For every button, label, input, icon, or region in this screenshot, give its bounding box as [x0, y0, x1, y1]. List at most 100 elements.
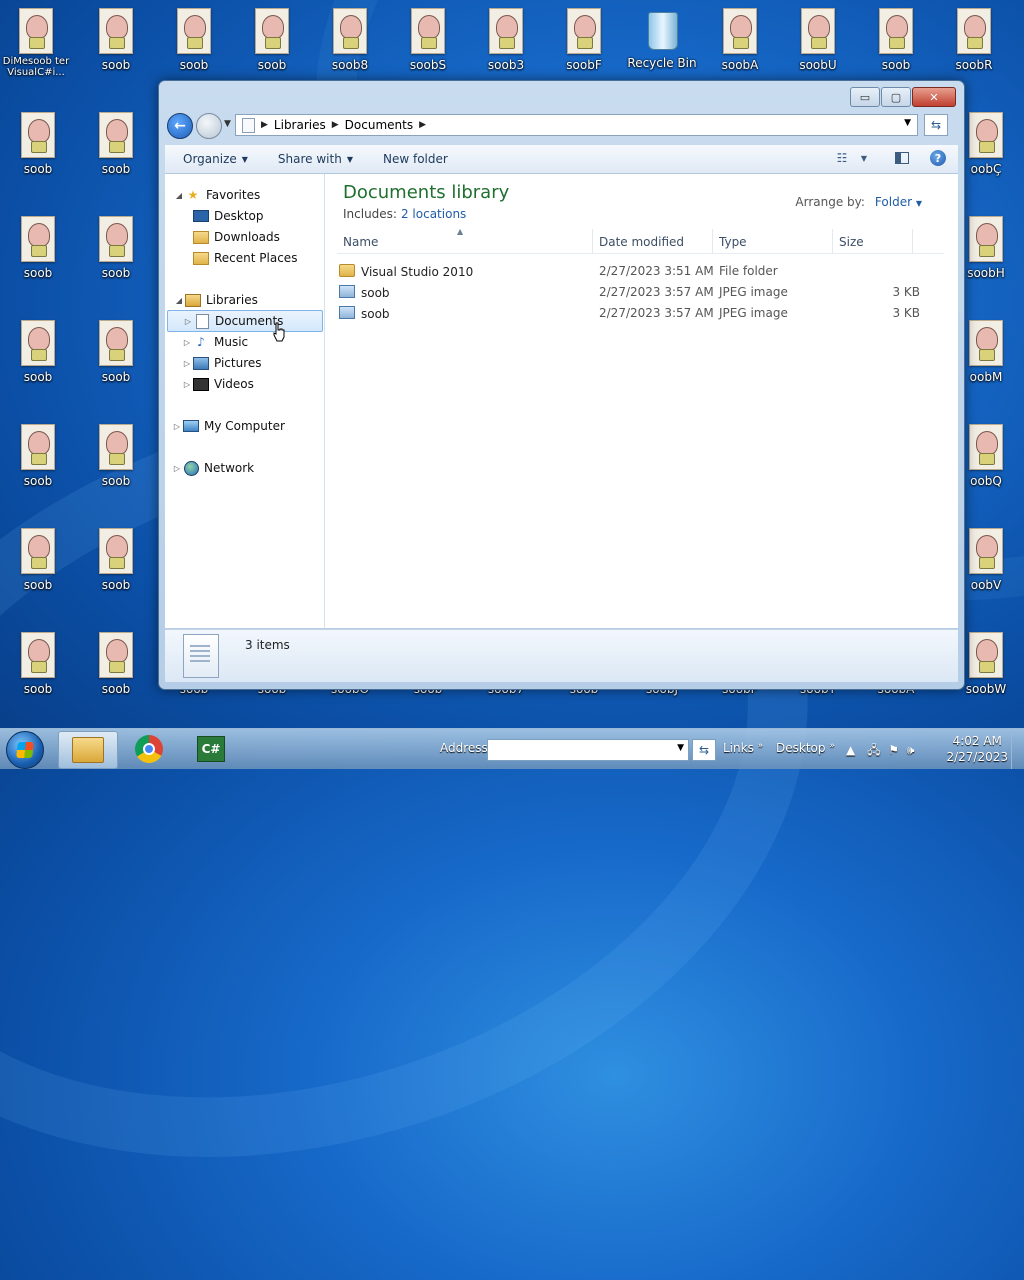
back-button[interactable]: ←	[167, 113, 193, 139]
desktop-icon[interactable]: soob	[2, 210, 74, 290]
recent-pages-dropdown[interactable]: ▼	[224, 119, 231, 129]
nav-recent-places[interactable]: Recent Places	[193, 248, 297, 268]
collapsed-arrow-icon[interactable]: ▷	[171, 464, 183, 473]
address-bar[interactable]: ▶ Libraries ▶ Documents ▶ ▼	[235, 114, 918, 136]
image-file-icon	[177, 8, 211, 54]
recycle-bin-icon[interactable]: Recycle Bin	[626, 2, 698, 82]
desktop-icon[interactable]: soob	[80, 210, 152, 290]
desktop-icon[interactable]: soob	[80, 314, 152, 394]
desktop-icon[interactable]: soob	[80, 418, 152, 498]
links-toolbar[interactable]: Links »	[723, 741, 763, 755]
taskbar-go-button[interactable]: ⇆	[692, 739, 716, 761]
view-options-dropdown[interactable]: ▼	[854, 149, 874, 167]
breadcrumb-separator-icon[interactable]: ▶	[332, 120, 339, 130]
arrange-by: Arrange by: Folder ▼	[795, 195, 922, 209]
desktop-icon[interactable]: soob	[2, 314, 74, 394]
image-file-icon	[957, 8, 991, 54]
arrange-by-dropdown[interactable]: Folder ▼	[875, 195, 922, 209]
desktop-icon[interactable]: soob	[80, 626, 152, 706]
desktop-icon[interactable]: soobS	[392, 2, 464, 82]
column-divider[interactable]	[592, 229, 593, 253]
address-dropdown-icon[interactable]: ▼	[904, 118, 911, 128]
collapsed-arrow-icon[interactable]: ▷	[181, 359, 193, 368]
new-folder-button[interactable]: New folder	[383, 152, 448, 166]
change-view-button[interactable]: ☷	[832, 149, 852, 167]
desktop-toolbar[interactable]: Desktop »	[776, 741, 835, 755]
breadcrumb-separator-icon[interactable]: ▶	[261, 120, 268, 130]
nav-desktop[interactable]: Desktop	[193, 206, 264, 226]
desktop-icon[interactable]: soob3	[470, 2, 542, 82]
details-pane: 3 items	[165, 629, 958, 682]
system-clock[interactable]: 4:02 AM 2/27/2023	[946, 733, 1008, 765]
chevron-down-icon[interactable]: ▼	[677, 743, 684, 753]
share-with-menu[interactable]: Share with ▼	[278, 152, 353, 166]
column-divider[interactable]	[912, 229, 913, 253]
breadcrumb-libraries[interactable]: Libraries	[274, 118, 326, 132]
desktop-icon[interactable]: soob	[2, 106, 74, 186]
chrome-icon	[135, 735, 163, 763]
help-button[interactable]: ?	[928, 149, 948, 167]
column-divider[interactable]	[832, 229, 833, 253]
column-header-date[interactable]: Date modified	[599, 235, 684, 249]
desktop-icon[interactable]: soob	[236, 2, 308, 82]
nav-favorites[interactable]: ◢ ★ Favorites	[173, 185, 260, 205]
item-count: 3 items	[245, 638, 290, 652]
nav-music[interactable]: ▷ ♪ Music	[181, 332, 248, 352]
nav-network[interactable]: ▷ Network	[171, 458, 254, 478]
desktop-icon[interactable]: DiMesoob ter VisualC#i...	[0, 2, 72, 82]
file-row[interactable]: soob 2/27/2023 3:57 AM JPEG image 3 KB	[337, 282, 944, 302]
show-hidden-icons-icon[interactable]: ▲	[846, 743, 855, 757]
volume-icon[interactable]: 🕪	[907, 743, 915, 757]
desktop-icon[interactable]: soob	[2, 522, 74, 602]
file-row[interactable]: Visual Studio 2010 2/27/2023 3:51 AM Fil…	[337, 261, 944, 281]
desktop-icon[interactable]: soobA	[704, 2, 776, 82]
desktop-icon[interactable]: soob	[2, 418, 74, 498]
desktop-icon[interactable]: soob	[860, 2, 932, 82]
organize-menu[interactable]: Organize ▼	[183, 152, 248, 166]
nav-pictures[interactable]: ▷ Pictures	[181, 353, 262, 373]
nav-my-computer[interactable]: ▷ My Computer	[171, 416, 285, 436]
desktop-icon[interactable]: soobU	[782, 2, 854, 82]
desktop-icon[interactable]: soob	[80, 522, 152, 602]
nav-documents[interactable]: ▷ Documents	[167, 310, 323, 332]
breadcrumb-separator-icon[interactable]: ▶	[419, 120, 426, 130]
column-header-size[interactable]: Size	[839, 235, 864, 249]
nav-downloads[interactable]: Downloads	[193, 227, 280, 247]
preview-pane-button[interactable]	[892, 149, 912, 167]
nav-libraries[interactable]: ◢ Libraries	[173, 290, 258, 310]
expanded-arrow-icon[interactable]: ◢	[173, 191, 185, 200]
start-button[interactable]	[6, 731, 44, 769]
taskbar-visual-csharp-button[interactable]: C#	[182, 731, 240, 767]
desktop-icon[interactable]: soob8	[314, 2, 386, 82]
locations-link[interactable]: 2 locations	[401, 207, 466, 221]
action-center-flag-icon[interactable]: ⚑	[888, 743, 899, 757]
desktop-icon[interactable]: soob	[80, 2, 152, 82]
file-row[interactable]: soob 2/27/2023 3:57 AM JPEG image 3 KB	[337, 303, 944, 323]
close-button[interactable]: ✕	[912, 87, 956, 107]
collapsed-arrow-icon[interactable]: ▷	[182, 317, 194, 326]
show-desktop-button[interactable]	[1011, 729, 1024, 769]
minimize-button[interactable]: ▭	[850, 87, 880, 107]
desktop-icon[interactable]: soobF	[548, 2, 620, 82]
column-divider[interactable]	[712, 229, 713, 253]
taskbar-address-input[interactable]: ▼	[487, 739, 689, 761]
collapsed-arrow-icon[interactable]: ▷	[181, 338, 193, 347]
taskbar-explorer-button[interactable]	[58, 731, 118, 769]
refresh-button[interactable]: ⇆	[924, 114, 948, 136]
expanded-arrow-icon[interactable]: ◢	[173, 296, 185, 305]
column-header-type[interactable]: Type	[719, 235, 747, 249]
desktop-icon[interactable]: soob	[158, 2, 230, 82]
collapsed-arrow-icon[interactable]: ▷	[181, 380, 193, 389]
collapsed-arrow-icon[interactable]: ▷	[171, 422, 183, 431]
forward-button[interactable]	[196, 113, 222, 139]
desktop-icon[interactable]: soobR	[938, 2, 1010, 82]
network-tray-icon[interactable]: 🖧	[867, 743, 880, 757]
desktop-icon[interactable]: soob	[2, 626, 74, 706]
maximize-button[interactable]: ▢	[881, 87, 911, 107]
taskbar-chrome-button[interactable]	[120, 731, 178, 767]
breadcrumb-documents[interactable]: Documents	[345, 118, 413, 132]
column-header-name[interactable]: Name	[343, 235, 378, 249]
desktop-icon[interactable]: soob	[80, 106, 152, 186]
folder-icon	[72, 737, 104, 763]
nav-videos[interactable]: ▷ Videos	[181, 374, 254, 394]
